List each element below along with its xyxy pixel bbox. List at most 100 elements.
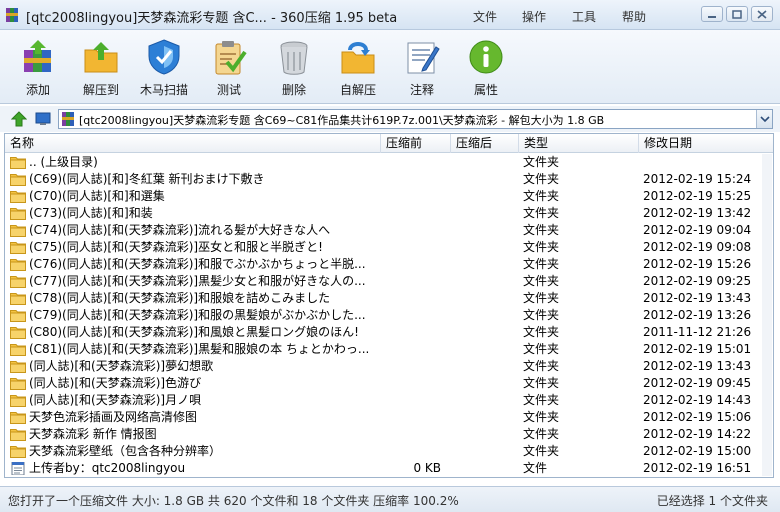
row-date: 2012-02-19 15:01 — [643, 342, 752, 356]
properties-label: 属性 — [473, 83, 498, 97]
vertical-scrollbar[interactable] — [762, 154, 772, 476]
folder-icon — [10, 446, 26, 458]
path-text: [qtc2008lingyou]天梦森流彩专题 含C69~C81作品集共计619… — [79, 114, 605, 127]
trash-icon — [280, 41, 308, 75]
row-name: (C73)(同人誌)[和]和装 — [29, 206, 153, 220]
row-name: (同人誌)[和(天梦森流彩)]夢幻想歌 — [29, 359, 214, 373]
menu-operate[interactable]: 操作 — [522, 8, 546, 25]
folder-icon — [10, 395, 26, 407]
table-row[interactable]: 天梦色流彩插画及网络高清修图 文件夹 2012-02-19 15:06 — [5, 409, 773, 426]
column-name[interactable]: 名称 — [5, 134, 381, 153]
column-after[interactable]: 压缩后 — [451, 134, 519, 153]
row-name: (C77)(同人誌)[和(天梦森流彩)]黒髪少女と和服が好きな人の... — [29, 274, 366, 288]
row-name: (C80)(同人誌)[和(天梦森流彩)]和風娘と黒髪ロング娘のほん! — [29, 325, 359, 339]
menu-file[interactable]: 文件 — [473, 8, 497, 25]
column-date[interactable]: 修改日期 — [639, 134, 773, 153]
table-row[interactable]: (C79)(同人誌)[和(天梦森流彩)]和服の黒髪娘がぶかぶかした... 文件夹 2… — [5, 307, 773, 324]
comment-button[interactable]: 注释 — [391, 34, 453, 102]
table-row[interactable]: (C75)(同人誌)[和(天梦森流彩)]巫女と和服と半脱ぎと! 文件夹 2012-0… — [5, 239, 773, 256]
row-type: 文件夹 — [523, 444, 560, 458]
address-bar: [qtc2008lingyou]天梦森流彩专题 含C69~C81作品集共计619… — [0, 106, 780, 132]
up-arrow-icon[interactable] — [11, 111, 27, 127]
table-row[interactable]: (C73)(同人誌)[和]和装 文件夹 2012-02-19 13:42 — [5, 205, 773, 222]
archive-app-icon — [6, 8, 18, 22]
table-row[interactable]: (C76)(同人誌)[和(天梦森流彩)]和服でぶかぶかちょっと半脱... 文件夹 2… — [5, 256, 773, 273]
trojan-scan-label: 木马扫描 — [139, 83, 188, 97]
folder-icon — [10, 276, 26, 288]
path-dropdown-button[interactable] — [756, 110, 772, 128]
row-name: (C69)(同人誌)[和]冬紅葉 新刊おまけ下敷き — [29, 172, 265, 186]
status-bar: 您打开了一个压缩文件 大小: 1.8 GB 共 620 个文件和 18 个文件夹… — [0, 486, 780, 512]
table-row[interactable]: (C80)(同人誌)[和(天梦森流彩)]和風娘と黒髪ロング娘のほん! 文件夹 201… — [5, 324, 773, 341]
minimize-button[interactable] — [701, 6, 723, 22]
table-row[interactable]: (C81)(同人誌)[和(天梦森流彩)]黒髪和服娘の本 ちょとかわっ... 文件夹… — [5, 341, 773, 358]
table-row[interactable]: (C78)(同人誌)[和(天梦森流彩)]和服娘を詰めこみました 文件夹 2012-0… — [5, 290, 773, 307]
row-name: (C75)(同人誌)[和(天梦森流彩)]巫女と和服と半脱ぎと! — [29, 240, 323, 254]
row-date: 2012-02-19 13:43 — [643, 291, 752, 305]
table-row[interactable]: (同人誌)[和(天梦森流彩)]夢幻想歌 文件夹 2012-02-19 13:43 — [5, 358, 773, 375]
trojan-scan-button[interactable]: 木马扫描 — [133, 34, 195, 102]
row-name: (C78)(同人誌)[和(天梦森流彩)]和服娘を詰めこみました — [29, 291, 331, 305]
self-extract-icon — [341, 42, 375, 74]
table-row[interactable]: 天梦森流彩 新作 情报图 文件夹 2012-02-19 14:22 — [5, 426, 773, 443]
folder-icon — [10, 361, 26, 373]
row-type: 文件夹 — [523, 393, 560, 407]
add-archive-icon — [24, 40, 51, 72]
test-clipboard-icon — [215, 41, 247, 75]
row-name: (C76)(同人誌)[和(天梦森流彩)]和服でぶかぶかちょっと半脱... — [29, 257, 366, 271]
row-type: 文件夹 — [523, 172, 560, 186]
trojan-scan-shield-icon — [148, 39, 180, 75]
table-row[interactable]: 天梦森流彩壁纸（包含各种分辨率） 文件夹 2012-02-19 15:00 — [5, 443, 773, 460]
add-button[interactable]: 添加 — [7, 34, 69, 102]
path-field[interactable]: [qtc2008lingyou]天梦森流彩专题 含C69~C81作品集共计619… — [58, 109, 773, 129]
archive-path-icon — [62, 112, 74, 126]
properties-button[interactable]: 属性 — [455, 34, 517, 102]
folder-icon — [10, 429, 26, 441]
row-date: 2012-02-19 13:42 — [643, 206, 752, 220]
column-before[interactable]: 压缩前 — [381, 134, 451, 153]
file-list: 名称 压缩前 压缩后 类型 修改日期 .. (上级目录) 文件夹 (C69)(同人誌… — [4, 133, 774, 478]
close-icon — [757, 10, 767, 19]
table-row[interactable]: .. (上级目录) 文件夹 — [5, 154, 773, 171]
folder-icon — [10, 412, 26, 424]
self-extract-button[interactable]: 自解压 — [327, 34, 389, 102]
row-type: 文件夹 — [523, 376, 560, 390]
row-date: 2012-02-19 09:08 — [643, 240, 752, 254]
row-name: 天梦森流彩壁纸（包含各种分辨率） — [29, 444, 222, 458]
row-name: (同人誌)[和(天梦森流彩)]月ノ唄 — [29, 393, 202, 407]
row-type: 文件夹 — [523, 291, 560, 305]
extract-to-button[interactable]: 解压到 — [70, 34, 132, 102]
folder-icon — [10, 259, 26, 271]
table-row[interactable]: (C77)(同人誌)[和(天梦森流彩)]黒髪少女と和服が好きな人の... 文件夹 2… — [5, 273, 773, 290]
table-row[interactable]: (C74)(同人誌)[和(天梦森流彩)]流れる髪が大好きな人へ 文件夹 2012-0… — [5, 222, 773, 239]
table-row[interactable]: 上传者by：qtc2008lingyou 0 KB 文件 2012-02-19 16:… — [5, 460, 773, 477]
desktop-icon[interactable] — [35, 111, 51, 127]
row-name: 天梦森流彩 新作 情报图 — [29, 427, 157, 441]
row-date: 2012-02-19 15:06 — [643, 410, 752, 424]
folder-icon — [10, 157, 26, 169]
menu-tools[interactable]: 工具 — [572, 8, 596, 25]
table-row[interactable]: (同人誌)[和(天梦森流彩)]色游び 文件夹 2012-02-19 09:45 — [5, 375, 773, 392]
text-file-icon — [11, 462, 25, 475]
row-date: 2012-02-19 09:25 — [643, 274, 752, 288]
menu-help[interactable]: 帮助 — [622, 8, 646, 25]
table-row[interactable]: (C69)(同人誌)[和]冬紅葉 新刊おまけ下敷き 文件夹 2012-02-19 1… — [5, 171, 773, 188]
row-name: 天梦色流彩插画及网络高清修图 — [29, 410, 198, 424]
row-date: 2012-02-19 14:43 — [643, 393, 752, 407]
chevron-down-icon — [760, 116, 770, 123]
row-date: 2012-02-19 15:00 — [643, 444, 752, 458]
delete-button[interactable]: 删除 — [263, 34, 325, 102]
test-button[interactable]: 测试 — [198, 34, 260, 102]
maximize-button[interactable] — [726, 6, 748, 22]
comment-icon — [407, 42, 440, 74]
column-type[interactable]: 类型 — [519, 134, 639, 153]
row-type: 文件夹 — [523, 342, 560, 356]
table-row[interactable]: (C70)(同人誌)[和]和選集 文件夹 2012-02-19 15:25 — [5, 188, 773, 205]
folder-icon — [10, 293, 26, 305]
toolbar: 添加 解压到 木马扫描 测试 删除 自解压 注释 属性 — [0, 30, 780, 104]
row-name: (C79)(同人誌)[和(天梦森流彩)]和服の黒髪娘がぶかぶかした... — [29, 308, 366, 322]
row-type: 文件夹 — [523, 257, 560, 271]
close-button[interactable] — [751, 6, 773, 22]
table-row[interactable]: (同人誌)[和(天梦森流彩)]月ノ唄 文件夹 2012-02-19 14:43 — [5, 392, 773, 409]
row-type: 文件夹 — [523, 274, 560, 288]
